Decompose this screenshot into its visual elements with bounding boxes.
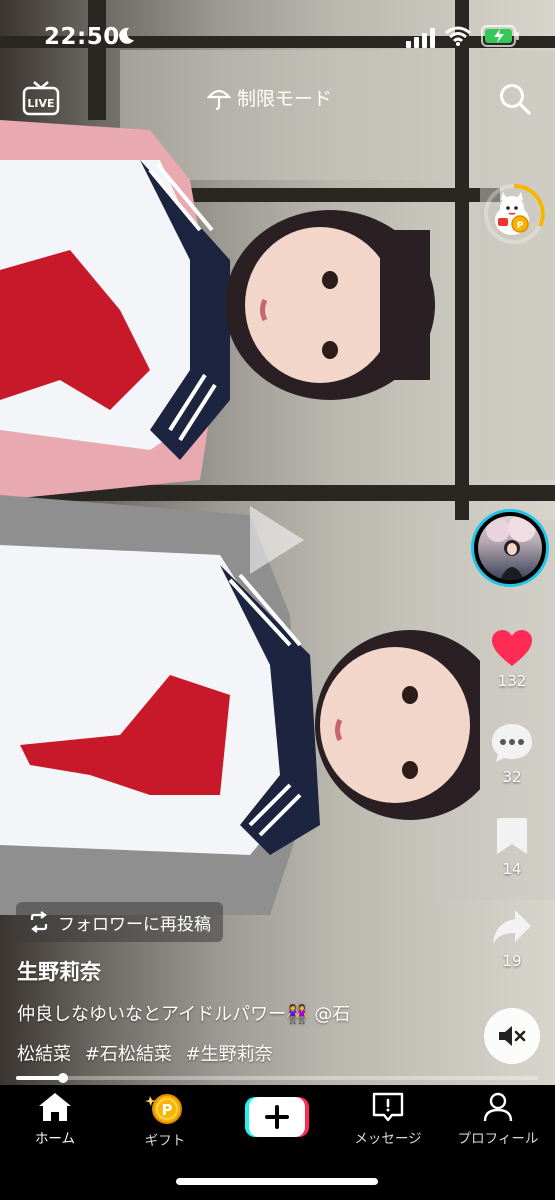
nav-profile[interactable]: プロフィール (443, 1091, 553, 1147)
progress-scrubber[interactable] (57, 1073, 68, 1083)
umbrella-icon (207, 89, 231, 110)
nav-messages-label: メッセージ (354, 1131, 422, 1147)
caption-text: 仲良しなゆいなとアイドルパワー👭 @石 (17, 1004, 351, 1025)
home-indicator (176, 1178, 378, 1185)
share-count: 19 (502, 952, 522, 970)
lucky-cat-coin-widget[interactable]: P (482, 182, 546, 246)
video-progress-bar[interactable] (16, 1073, 538, 1083)
caption-text-continued: 松結菜 #石松結菜 #生野莉奈 (17, 1040, 281, 1066)
restricted-mode-button[interactable]: 制限モード (207, 84, 332, 111)
heart-icon (492, 630, 532, 666)
mute-button[interactable] (484, 1008, 540, 1064)
author-name[interactable]: 生野莉奈 (17, 956, 101, 986)
profile-icon (483, 1092, 513, 1122)
hashtag[interactable]: #生野莉奈 (186, 1044, 273, 1065)
gift-coin-icon: P (145, 1094, 182, 1124)
share-arrow-icon (493, 910, 531, 944)
home-icon (39, 1093, 71, 1121)
wifi-icon (445, 26, 471, 46)
bookmark-button[interactable]: 14 (477, 816, 547, 878)
comment-button[interactable]: 32 (477, 722, 547, 786)
svg-text:P: P (162, 1101, 173, 1119)
nav-messages[interactable]: メッセージ (333, 1091, 443, 1147)
svg-text:P: P (517, 221, 524, 231)
cellular-signal-icon (406, 28, 435, 48)
repost-icon (30, 911, 48, 933)
repost-label: フォロワーに再投稿 (58, 914, 211, 935)
clock: 22:50 (44, 24, 120, 50)
bookmark-count: 14 (502, 860, 522, 878)
share-button[interactable]: 19 (477, 908, 547, 970)
comment-icon (492, 724, 532, 762)
creator-avatar[interactable] (471, 509, 549, 587)
like-count: 132 (497, 672, 527, 690)
like-button[interactable]: 132 (477, 628, 547, 690)
hashtag[interactable]: #石松結菜 (85, 1044, 172, 1065)
nav-home-label: ホーム (34, 1131, 76, 1147)
restricted-mode-label: 制限モード (237, 88, 333, 110)
create-plus-icon[interactable] (245, 1097, 309, 1137)
progress-fill (16, 1076, 63, 1080)
person-upper-figure (0, 120, 435, 500)
nav-profile-label: プロフィール (457, 1131, 539, 1147)
live-icon[interactable]: LIVE (22, 80, 60, 116)
person-lower-figure (0, 495, 480, 915)
nav-gift[interactable]: P ギフト (110, 1091, 220, 1149)
bookmark-icon (497, 818, 527, 854)
play-icon[interactable] (244, 500, 310, 580)
message-icon (372, 1092, 404, 1122)
status-bar: 22:50 (0, 0, 555, 74)
moon-icon (119, 27, 134, 44)
mention-continued[interactable]: 松結菜 (17, 1044, 71, 1065)
search-icon[interactable] (498, 82, 532, 116)
live-label: LIVE (27, 97, 54, 110)
avatar-photo (486, 516, 536, 580)
speaker-muted-icon (499, 1026, 526, 1046)
top-bar: LIVE 制限モード (0, 80, 555, 116)
comment-count: 32 (502, 768, 522, 786)
repost-to-followers-button[interactable]: フォロワーに再投稿 (16, 902, 223, 942)
nav-home[interactable]: ホーム (0, 1091, 110, 1147)
nav-gift-label: ギフト (144, 1133, 186, 1149)
battery-charging-icon (481, 25, 519, 47)
